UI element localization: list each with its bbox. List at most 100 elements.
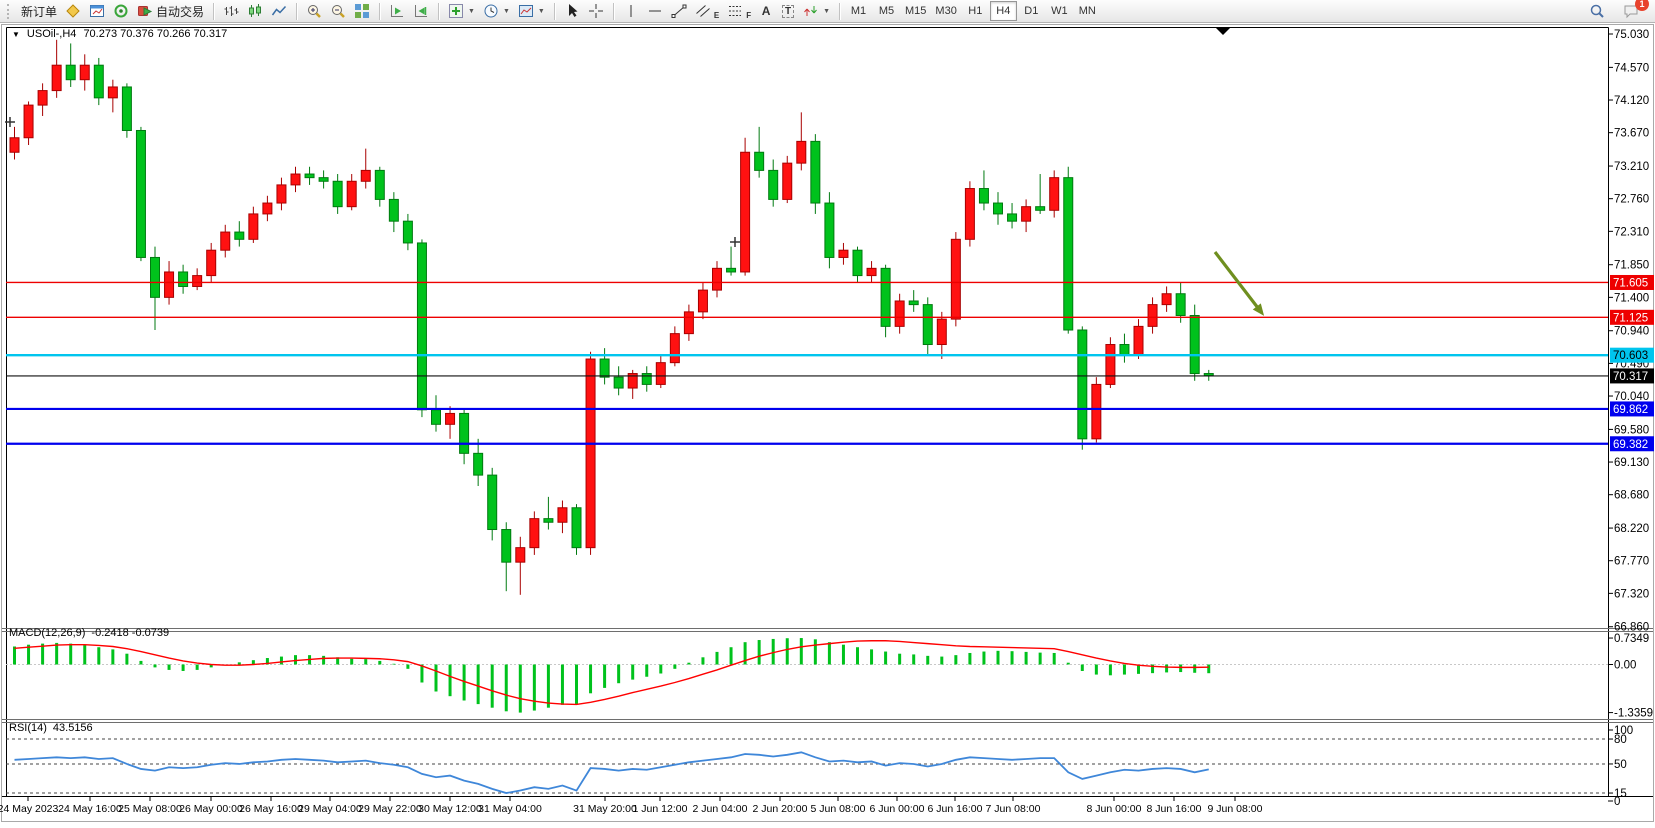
- timeframe-button-m15[interactable]: M15: [901, 1, 930, 21]
- svg-text:70.040: 70.040: [1614, 391, 1649, 403]
- orders-button[interactable]: [61, 1, 85, 21]
- zoom-in-button[interactable]: [302, 1, 326, 21]
- candlestick-icon: [247, 3, 263, 19]
- candle-body: [389, 199, 398, 221]
- svg-text:5 Jun 08:00: 5 Jun 08:00: [811, 803, 866, 815]
- candle-body: [951, 239, 960, 319]
- arrows-button[interactable]: ▼: [799, 1, 834, 21]
- svg-text:8 Jun 16:00: 8 Jun 16:00: [1147, 803, 1202, 815]
- svg-text:74.120: 74.120: [1614, 95, 1649, 107]
- toolbar-right: 1: [1585, 1, 1651, 21]
- symbol-period: USOil-,H4: [27, 28, 77, 40]
- candle-body: [811, 141, 820, 203]
- candle-body: [825, 203, 834, 257]
- dropdown-arrow-icon: ▼: [468, 8, 475, 15]
- svg-text:0.7349: 0.7349: [1614, 633, 1649, 645]
- candle-body: [1162, 294, 1171, 305]
- periods-button[interactable]: ▼: [479, 1, 514, 21]
- svg-text:-1.3359: -1.3359: [1614, 708, 1653, 720]
- svg-text:24 May 16:00: 24 May 16:00: [58, 803, 122, 815]
- svg-text:1 Jun 12:00: 1 Jun 12:00: [633, 803, 688, 815]
- new-order-button[interactable]: 新订单: [17, 1, 61, 21]
- channel-button[interactable]: E: [691, 1, 723, 21]
- candle-body: [965, 189, 974, 240]
- svg-text:24 May 2023: 24 May 2023: [0, 803, 59, 815]
- chart-context-triangle-icon[interactable]: ▼: [12, 30, 20, 39]
- text-icon: A: [762, 5, 771, 17]
- templates-button[interactable]: ▼: [514, 1, 549, 21]
- autotrading-button[interactable]: 自动交易: [133, 1, 208, 21]
- timeframe-button-h1[interactable]: H1: [962, 1, 989, 21]
- candle-body: [1148, 305, 1157, 327]
- svg-text:71.605: 71.605: [1613, 277, 1648, 289]
- signals-button[interactable]: [109, 1, 133, 21]
- candle-body: [1036, 207, 1045, 211]
- timeframe-button-w1[interactable]: W1: [1046, 1, 1073, 21]
- candle-body: [530, 519, 539, 548]
- candle-body: [1064, 178, 1073, 330]
- timeframe-button-d1[interactable]: D1: [1018, 1, 1045, 21]
- timeframe-button-m30[interactable]: M30: [931, 1, 960, 21]
- vertical-line-button[interactable]: [619, 1, 643, 21]
- auto-scroll-button[interactable]: [409, 1, 433, 21]
- zoom-out-button[interactable]: [326, 1, 350, 21]
- crosshair-icon: [588, 3, 604, 19]
- candle-body: [417, 243, 426, 410]
- indicators-button[interactable]: ▼: [444, 1, 479, 21]
- candle-body: [24, 105, 33, 138]
- chart-background: [0, 23, 1655, 828]
- candle-body: [319, 178, 328, 182]
- chart-canvas[interactable]: 75.03074.57074.12073.67073.21072.76072.3…: [0, 23, 1655, 828]
- svg-text:0.00: 0.00: [1614, 660, 1636, 672]
- toolbar-grip[interactable]: [7, 4, 12, 19]
- bar-chart-button[interactable]: [219, 1, 243, 21]
- notifications-button[interactable]: 1: [1619, 1, 1643, 21]
- timeframe-button-mn[interactable]: MN: [1074, 1, 1101, 21]
- svg-text:66.860: 66.860: [1614, 622, 1649, 634]
- svg-text:70.603: 70.603: [1613, 350, 1648, 362]
- svg-text:8 Jun 00:00: 8 Jun 00:00: [1087, 803, 1142, 815]
- candlestick-button[interactable]: [243, 1, 267, 21]
- candle-body: [909, 301, 918, 305]
- candle-body: [994, 203, 1003, 214]
- macd-name: MACD(12,26,9): [9, 627, 85, 639]
- candle-body: [741, 152, 750, 272]
- candle-body: [207, 250, 216, 275]
- orders-icon: [65, 3, 81, 19]
- svg-text:9 Jun 08:00: 9 Jun 08:00: [1208, 803, 1263, 815]
- cursor-button[interactable]: [560, 1, 584, 21]
- label-icon: T: [782, 5, 794, 18]
- label-button[interactable]: T: [777, 1, 799, 21]
- candle-body: [572, 508, 581, 548]
- candle-body: [1008, 214, 1017, 221]
- timeframe-button-m1[interactable]: M1: [845, 1, 872, 21]
- timeframe-button-m5[interactable]: M5: [873, 1, 900, 21]
- tile-windows-button[interactable]: [350, 1, 374, 21]
- timeframe-toolbar: M1M5M15M30H1H4D1W1MN: [845, 1, 1101, 21]
- candle-body: [165, 272, 174, 297]
- line-chart-button[interactable]: [267, 1, 291, 21]
- candle-body: [670, 334, 679, 363]
- tile-windows-icon: [354, 3, 370, 19]
- candle-body: [347, 181, 356, 206]
- search-button[interactable]: [1585, 1, 1609, 21]
- candle-body: [1106, 345, 1115, 385]
- charts-button[interactable]: [85, 1, 109, 21]
- candle-body: [586, 359, 595, 548]
- text-button[interactable]: A: [755, 1, 777, 21]
- horizontal-line-button[interactable]: [643, 1, 667, 21]
- svg-text:0: 0: [1614, 796, 1620, 808]
- candle-body: [151, 257, 160, 297]
- candle-body: [1120, 345, 1129, 356]
- trendline-button[interactable]: [667, 1, 691, 21]
- candle-body: [474, 453, 483, 475]
- chart-shift-icon: [389, 3, 405, 19]
- timeframe-button-h4[interactable]: H4: [990, 1, 1017, 21]
- svg-text:68.680: 68.680: [1614, 490, 1649, 502]
- crosshair-button[interactable]: [584, 1, 608, 21]
- horizontal-line-icon: [647, 3, 663, 19]
- fibonacci-button[interactable]: F: [723, 1, 755, 21]
- svg-text:72.310: 72.310: [1614, 226, 1649, 238]
- svg-text:2 Jun 04:00: 2 Jun 04:00: [693, 803, 748, 815]
- chart-shift-button[interactable]: [385, 1, 409, 21]
